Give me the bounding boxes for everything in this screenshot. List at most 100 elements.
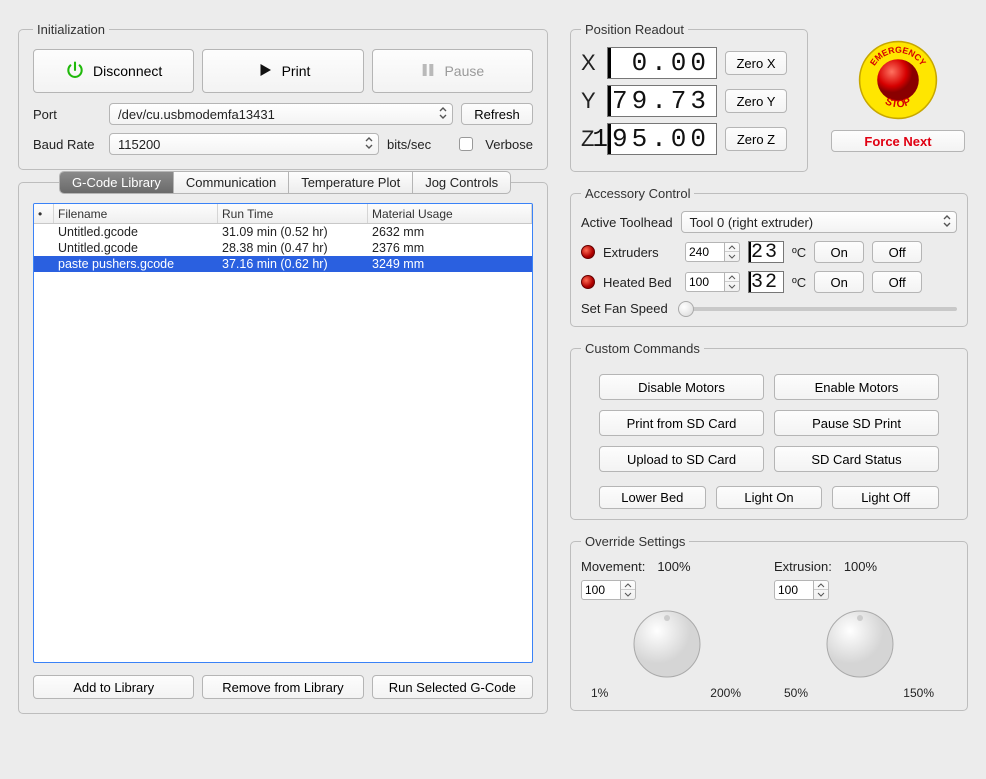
upload-sd-button[interactable]: Upload to SD Card [599,446,764,472]
play-icon [256,61,274,82]
baud-label: Baud Rate [33,137,101,152]
fan-speed-label: Set Fan Speed [581,301,668,316]
extrusion-pct: 100% [844,559,877,574]
movement-input[interactable] [581,580,621,600]
cell-material: 2376 mm [368,241,532,255]
table-row[interactable]: paste pushers.gcode37.16 min (0.62 hr)32… [34,256,532,272]
stepper-spin[interactable] [725,242,740,262]
add-to-library-button[interactable]: Add to Library [33,675,194,699]
combo-arrows-icon [364,136,374,153]
movement-label: Movement: [581,559,645,574]
accessory-legend: Accessory Control [581,186,694,201]
disable-motors-button[interactable]: Disable Motors [599,374,764,400]
movement-pct: 100% [657,559,690,574]
col-material[interactable]: Material Usage [368,204,532,223]
zero-axis-button[interactable]: Zero X [725,51,787,75]
bed-off-button[interactable]: Off [872,271,922,293]
bed-label: Heated Bed [603,275,677,290]
zero-axis-button[interactable]: Zero Y [725,89,787,113]
axis-readout: 0.00 [607,47,717,79]
extrusion-scale-min: 50% [784,686,808,700]
degc-label: ºC [792,275,806,290]
extrusion-knob[interactable]: 50% 150% [774,600,944,700]
port-label: Port [33,107,101,122]
pause-button[interactable]: Pause [372,49,533,93]
axis-label: X [581,50,599,76]
movement-scale-min: 1% [591,686,608,700]
movement-stepper[interactable] [581,580,636,600]
cell-filename: Untitled.gcode [54,241,218,255]
slider-thumb-icon[interactable] [678,301,694,317]
custom-commands-group: Custom Commands Disable Motors Enable Mo… [570,341,968,520]
baud-unit: bits/sec [387,137,431,152]
bed-setpoint-input[interactable] [685,272,725,292]
emergency-stop-button[interactable]: EMERGENCY STOP [858,40,938,120]
extruders-setpoint-input[interactable] [685,242,725,262]
pause-sd-button[interactable]: Pause SD Print [774,410,939,436]
cell-runtime: 28.38 min (0.47 hr) [218,241,368,255]
disconnect-button[interactable]: Disconnect [33,49,194,93]
bed-setpoint-stepper[interactable] [685,272,740,292]
extrusion-input[interactable] [774,580,814,600]
table-row[interactable]: Untitled.gcode31.09 min (0.52 hr)2632 mm [34,224,532,240]
fan-speed-slider[interactable] [678,307,957,311]
light-off-button[interactable]: Light Off [832,486,939,509]
extruders-temp-readout: 23 [748,241,784,263]
cell-material: 2632 mm [368,225,532,239]
refresh-button[interactable]: Refresh [461,103,533,125]
power-icon [65,60,85,83]
cell-runtime: 31.09 min (0.52 hr) [218,225,368,239]
tabbar: G-Code Library Communication Temperature… [59,171,511,194]
tab-temperature-plot[interactable]: Temperature Plot [289,172,413,193]
axis-readout: 195.00 [607,123,717,155]
override-settings-group: Override Settings Movement: 100% [570,534,968,711]
position-row: X 0.00 Zero X [581,47,797,79]
extruders-setpoint-stepper[interactable] [685,242,740,262]
remove-from-library-button[interactable]: Remove from Library [202,675,363,699]
position-row: Y 79.73 Zero Y [581,85,797,117]
tab-gcode-library[interactable]: G-Code Library [60,172,174,193]
cell-material: 3249 mm [368,257,532,271]
position-readout-legend: Position Readout [581,22,688,37]
verbose-checkbox[interactable] [459,137,473,151]
tab-jog-controls[interactable]: Jog Controls [413,172,510,193]
disconnect-label: Disconnect [93,63,162,79]
sd-status-button[interactable]: SD Card Status [774,446,939,472]
print-button[interactable]: Print [202,49,363,93]
baud-combo[interactable]: 115200 [109,133,379,155]
force-next-button[interactable]: Force Next [831,130,965,152]
movement-scale-max: 200% [710,686,741,700]
bed-temp-readout: 32 [748,271,784,293]
col-filename[interactable]: Filename [54,204,218,223]
position-readout-group: Position Readout X 0.00 Zero X Y 79.73 Zero Y… [570,22,808,172]
stepper-spin[interactable] [725,272,740,292]
combo-arrows-icon [438,106,448,123]
bed-on-button[interactable]: On [814,271,864,293]
axis-readout: 79.73 [607,85,717,117]
print-sd-button[interactable]: Print from SD Card [599,410,764,436]
lower-bed-button[interactable]: Lower Bed [599,486,706,509]
enable-motors-button[interactable]: Enable Motors [774,374,939,400]
stepper-spin[interactable] [814,580,829,600]
col-runtime[interactable]: Run Time [218,204,368,223]
accessory-control-group: Accessory Control Active Toolhead Tool 0… [570,186,968,327]
extrusion-stepper[interactable] [774,580,829,600]
table-row[interactable]: Untitled.gcode28.38 min (0.47 hr)2376 mm [34,240,532,256]
cell-filename: Untitled.gcode [54,225,218,239]
zero-axis-button[interactable]: Zero Z [725,127,787,151]
gcode-table[interactable]: • Filename Run Time Material Usage Untit… [33,203,533,663]
initialization-legend: Initialization [33,22,109,37]
extruders-off-button[interactable]: Off [872,241,922,263]
active-toolhead-combo[interactable]: Tool 0 (right extruder) [681,211,957,233]
port-combo[interactable]: /dev/cu.usbmodemfa13431 [109,103,453,125]
light-on-button[interactable]: Light On [716,486,823,509]
stepper-spin[interactable] [621,580,636,600]
cell-filename: paste pushers.gcode [54,257,218,271]
tab-communication[interactable]: Communication [174,172,289,193]
combo-arrows-icon [942,214,952,231]
override-legend: Override Settings [581,534,689,549]
extruders-on-button[interactable]: On [814,241,864,263]
run-selected-gcode-button[interactable]: Run Selected G-Code [372,675,533,699]
movement-knob[interactable]: 1% 200% [581,600,751,700]
axis-label: Y [581,88,599,114]
